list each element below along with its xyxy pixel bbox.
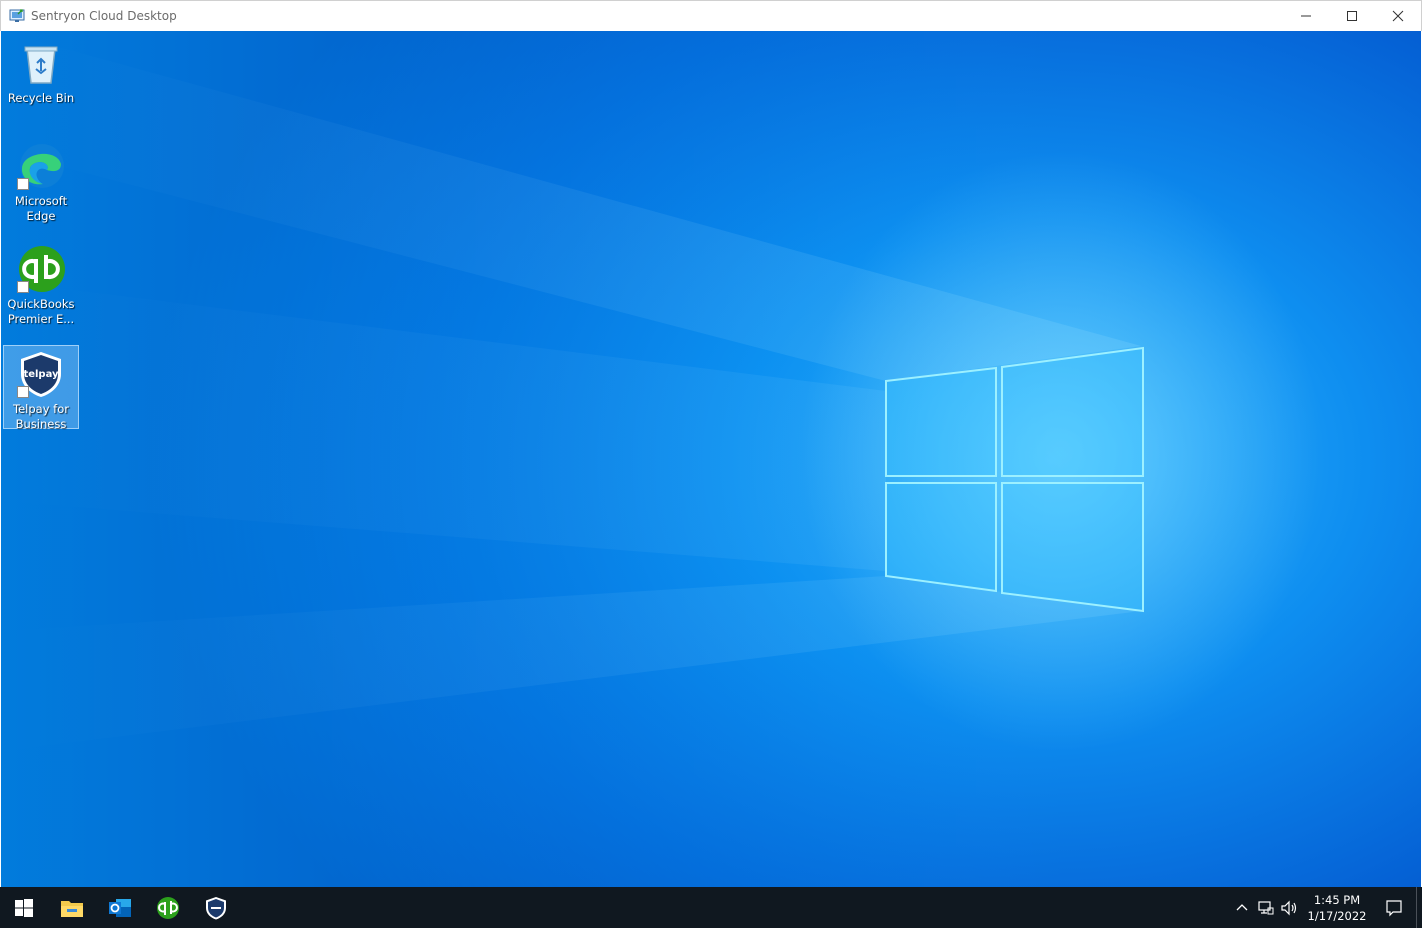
network-button[interactable] xyxy=(1254,887,1278,928)
desktop-icon-label: Microsoft Edge xyxy=(14,194,68,223)
quickbooks-icon xyxy=(17,245,65,293)
taskbar-outlook[interactable] xyxy=(96,887,144,928)
desktop-icon-label: Recycle Bin xyxy=(7,91,75,105)
close-icon xyxy=(1392,10,1404,22)
volume-button[interactable] xyxy=(1278,887,1302,928)
quickbooks-icon xyxy=(157,896,179,919)
telpay-icon: telpay xyxy=(17,350,65,398)
taskbar-clock[interactable]: 1:45 PM 1/17/2022 xyxy=(1302,892,1372,924)
speaker-icon xyxy=(1281,900,1297,915)
desktop-icon-label: QuickBooks Premier E... xyxy=(7,297,75,326)
maximize-icon xyxy=(1347,11,1357,21)
close-button[interactable] xyxy=(1375,1,1421,31)
desktop-icon-recycle-bin[interactable]: Recycle Bin xyxy=(3,35,79,106)
shortcut-arrow-icon xyxy=(17,386,29,398)
network-icon xyxy=(1258,900,1274,914)
file-explorer-icon xyxy=(61,900,83,917)
clock-time: 1:45 PM xyxy=(1313,892,1361,907)
desktop-icon-telpay[interactable]: telpay Telpay for Business xyxy=(3,345,79,431)
desktop-icon-label: Telpay for Business xyxy=(13,402,69,431)
desktop-icon-microsoft-edge[interactable]: Microsoft Edge xyxy=(3,138,79,224)
desktop-icon-quickbooks[interactable]: QuickBooks Premier E... xyxy=(3,241,79,327)
edge-icon xyxy=(17,142,65,190)
notification-icon xyxy=(1386,899,1402,916)
window-title: Sentryon Cloud Desktop xyxy=(31,9,177,23)
start-icon xyxy=(15,898,33,917)
telpay-logo-text: telpay xyxy=(23,369,59,380)
chevron-up-icon xyxy=(1236,903,1248,910)
clock-date: 1/17/2022 xyxy=(1307,908,1367,923)
desktop[interactable]: Recycle Bin Microsoft Edge QuickBooks Pr… xyxy=(1,31,1421,887)
shortcut-arrow-icon xyxy=(17,178,29,190)
minimize-icon xyxy=(1301,15,1311,17)
taskbar-quickbooks[interactable] xyxy=(144,887,192,928)
action-center-button[interactable] xyxy=(1372,887,1416,928)
remote-desktop-app-icon xyxy=(9,8,25,24)
minimize-button[interactable] xyxy=(1283,1,1329,31)
taskbar-file-explorer[interactable] xyxy=(48,887,96,928)
show-hidden-icons-button[interactable] xyxy=(1230,887,1254,928)
window-titlebar[interactable]: Sentryon Cloud Desktop xyxy=(0,0,1422,31)
recycle-bin-icon xyxy=(17,39,65,87)
system-tray: 1:45 PM 1/17/2022 xyxy=(1230,887,1422,928)
show-desktop-button[interactable] xyxy=(1416,887,1422,928)
taskbar: 1:45 PM 1/17/2022 xyxy=(0,887,1422,928)
shortcut-arrow-icon xyxy=(17,281,29,293)
maximize-button[interactable] xyxy=(1329,1,1375,31)
outlook-icon xyxy=(109,898,131,917)
start-button[interactable] xyxy=(0,887,48,928)
windows-logo-wallpaper xyxy=(1,31,1321,751)
taskbar-telpay[interactable] xyxy=(192,887,240,928)
telpay-icon xyxy=(206,896,226,919)
